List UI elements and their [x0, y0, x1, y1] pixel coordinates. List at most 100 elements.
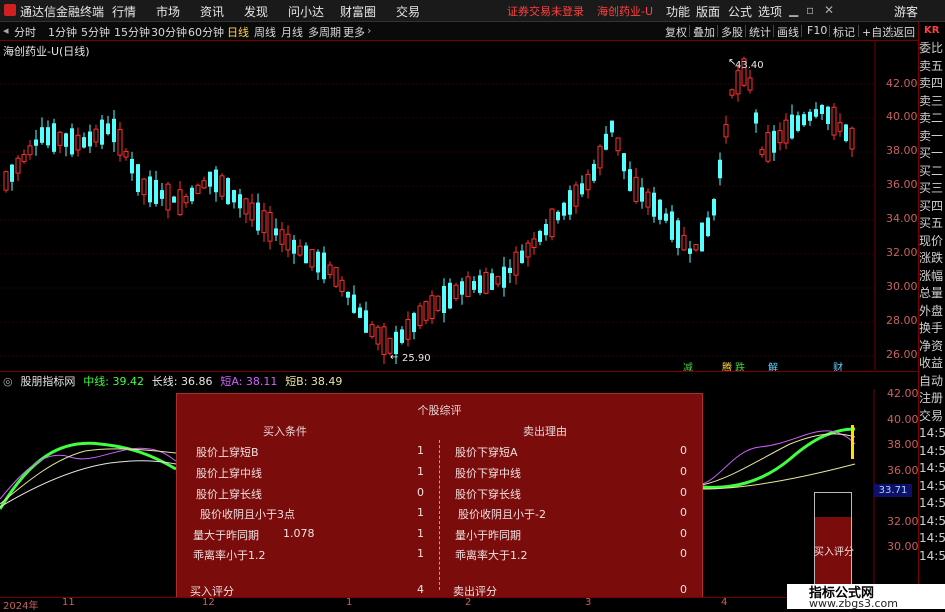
- quote-field-label: 14:5: [919, 426, 945, 440]
- candle-body: [381, 326, 387, 356]
- title-stock-name: 海创药业-U: [597, 5, 654, 18]
- quote-field-label: 14:5: [919, 531, 945, 545]
- candle-body: [261, 210, 267, 234]
- candle-body: [70, 128, 74, 155]
- close-icon[interactable]: ✕: [824, 3, 834, 17]
- period-daily[interactable]: 日线: [227, 24, 249, 40]
- candle-body: [141, 178, 147, 196]
- period-30min[interactable]: 30分钟: [151, 24, 187, 40]
- candle-body: [628, 169, 632, 191]
- candle-body: [364, 310, 368, 333]
- quote-field-label: 14:5: [919, 513, 945, 528]
- candle-body: [592, 163, 596, 181]
- quote-field-label: 买五: [919, 216, 944, 230]
- candle-body: [640, 187, 644, 202]
- sell-reason-value: 0: [680, 465, 687, 478]
- menu-item-news[interactable]: 资讯: [200, 3, 224, 20]
- tool-f10[interactable]: F10: [807, 24, 827, 37]
- tool-overlay[interactable]: 叠加: [693, 24, 715, 40]
- tool-adjust[interactable]: 复权: [665, 24, 687, 40]
- period-1min[interactable]: 1分钟: [48, 24, 77, 40]
- candle-body: [100, 119, 104, 145]
- indicator-header: ◎ 股朋指标网 中线: 39.42 长线: 36.86 短A: 38.11 短B…: [0, 373, 880, 389]
- candle-body: [352, 294, 356, 313]
- quote-field-label: 自动: [919, 373, 944, 388]
- stock-review-panel[interactable]: 个股综评 买入条件 卖出理由 股价上穿短B 1 股价上穿中线 1 股价上穿长线 …: [176, 393, 703, 601]
- quote-field-label: 买一: [919, 146, 944, 160]
- candlestick-chart[interactable]: 43.40 ↖ ← 25.90: [0, 40, 913, 370]
- menu-item-market[interactable]: 市场: [156, 3, 180, 20]
- menu-item-layout[interactable]: 版面: [696, 3, 720, 20]
- tool-draw[interactable]: 画线: [777, 24, 799, 40]
- candle-body: [274, 228, 278, 236]
- period-weekly[interactable]: 周线: [254, 24, 276, 40]
- period-15min[interactable]: 15分钟: [114, 24, 150, 40]
- candle-body: [15, 157, 21, 174]
- candle-body: [219, 175, 225, 197]
- candle-body: [556, 211, 560, 221]
- candle-body: [645, 191, 651, 208]
- menu-item-formula[interactable]: 公式: [728, 3, 752, 20]
- date-tick: 3: [585, 597, 592, 608]
- candle-body: [339, 279, 345, 292]
- quote-field-label: 注册: [919, 391, 944, 405]
- candle-body: [664, 213, 668, 221]
- tool-add-watchlist[interactable]: +自选: [862, 24, 893, 40]
- sell-reason-label: 股价下穿中线: [455, 467, 521, 480]
- tool-multi-stock[interactable]: 多股: [721, 24, 743, 40]
- candle-body: [40, 127, 44, 143]
- candle-body: [165, 183, 171, 211]
- tool-stats[interactable]: 统计: [749, 24, 771, 40]
- low-price-label: 25.90: [402, 353, 431, 364]
- axis-tick: 42.00: [886, 77, 918, 90]
- candle-body: [226, 178, 230, 205]
- kr-logo: KR: [924, 25, 940, 36]
- tool-mark[interactable]: 标记: [833, 24, 855, 40]
- candle-body: [292, 239, 296, 254]
- menu-item-discover[interactable]: 发现: [244, 3, 268, 20]
- period-tick[interactable]: 分时: [14, 24, 36, 40]
- candle-body: [346, 291, 350, 298]
- sell-reason-value: 0: [680, 444, 687, 457]
- candle-body: [538, 230, 542, 242]
- quote-field-label: 14:5: [919, 548, 945, 563]
- candle-body: [160, 190, 164, 199]
- candle-body: [148, 176, 152, 203]
- candle-body: [849, 127, 855, 150]
- period-5min[interactable]: 5分钟: [81, 24, 110, 40]
- chevron-right-icon[interactable]: ›: [367, 24, 371, 37]
- menu-item-function[interactable]: 功能: [666, 3, 690, 20]
- period-more[interactable]: 更多: [343, 24, 365, 40]
- indicator-mid: 中线: 39.42: [83, 375, 144, 388]
- candle-body: [844, 124, 848, 142]
- candle-body: [358, 307, 362, 318]
- buy-condition-label: 乖离率小于1.2: [193, 549, 266, 562]
- candle-body: [604, 133, 608, 150]
- period-multi[interactable]: 多周期: [308, 24, 341, 40]
- login-alert[interactable]: 证券交易未登录: [507, 3, 584, 19]
- restore-icon[interactable]: ▫: [806, 3, 814, 17]
- tool-back[interactable]: 返回: [893, 24, 915, 40]
- menu-item-options[interactable]: 选项: [758, 3, 782, 20]
- indicator-settings-icon[interactable]: ◎: [3, 375, 13, 388]
- candle-body: [652, 192, 656, 217]
- candle-body: [243, 198, 249, 215]
- collapse-icon[interactable]: ◂: [3, 24, 9, 37]
- quote-field-label: 买四: [919, 198, 944, 213]
- period-monthly[interactable]: 月线: [281, 24, 303, 40]
- menu-item-wealth[interactable]: 财富圈: [340, 3, 376, 20]
- candle-body: [670, 211, 674, 240]
- menu-item-quotes[interactable]: 行情: [112, 3, 136, 20]
- menu-item-ask[interactable]: 问小达: [288, 3, 324, 20]
- candle-body: [544, 224, 548, 236]
- guest-user[interactable]: 游客: [894, 3, 918, 20]
- candle-body: [309, 249, 315, 268]
- menu-item-trade[interactable]: 交易: [396, 3, 420, 20]
- period-60min[interactable]: 60分钟: [188, 24, 224, 40]
- indicator-name[interactable]: 股朋指标网: [20, 375, 75, 388]
- minimize-icon[interactable]: ▁: [789, 3, 798, 17]
- candle-body: [465, 276, 471, 298]
- candle-body: [502, 266, 506, 288]
- ind-axis-tick: 30.00: [887, 540, 919, 553]
- buy-condition-value: 1: [417, 547, 424, 560]
